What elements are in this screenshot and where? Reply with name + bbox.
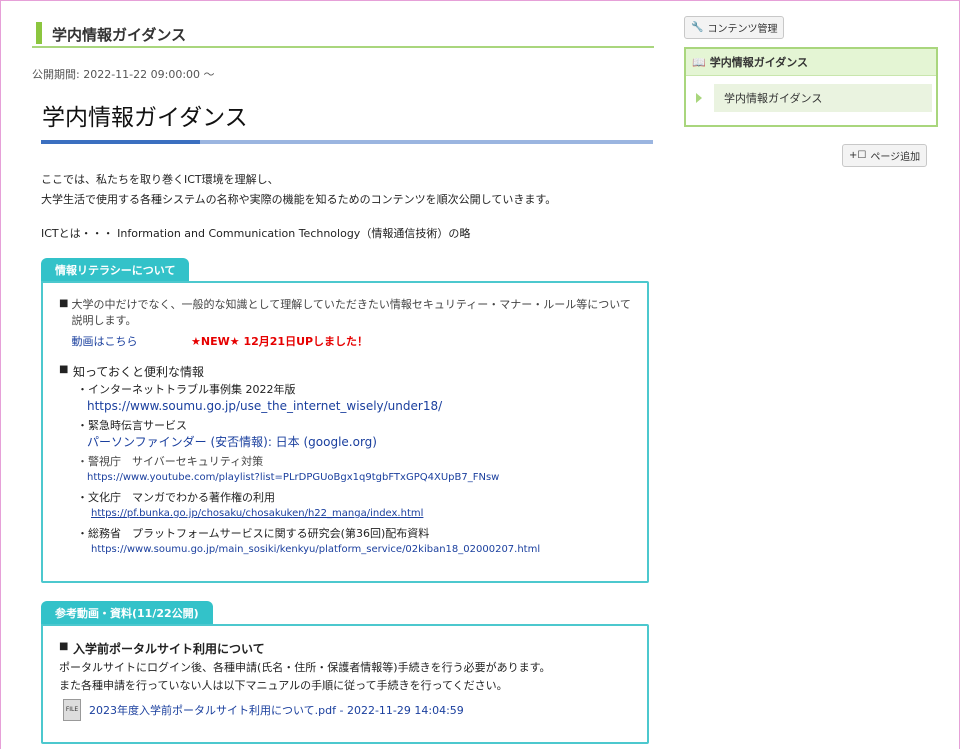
useful-links: ・インターネットトラブル事例集 2022年版 https://www.soumu… [77, 382, 631, 558]
main-title: 学内情報ガイダンス [42, 105, 248, 131]
wrench-icon: 🔧 [691, 22, 704, 33]
bullet-icon: ■ [59, 364, 69, 375]
new-notice: ★NEW★ 12月21日UPしました！ [191, 335, 369, 348]
link-url-police-youtube[interactable]: https://www.youtube.com/playlist?list=PL… [87, 470, 631, 486]
title-underline [41, 140, 653, 144]
link-url-bunka[interactable]: https://pf.bunka.go.jp/chosaku/chosakuke… [91, 506, 631, 522]
portal-text-2: また各種申請を行っていない人は以下マニュアルの手順に従って手続きを行ってください… [59, 679, 508, 692]
content-manage-button[interactable]: 🔧 コンテンツ管理 [684, 16, 785, 39]
intro-text: ここでは、私たちを取り巻くICT環境を理解し、 大学生活で使用する各種システムの… [41, 170, 654, 244]
video-link[interactable]: 動画はこちら [72, 335, 138, 348]
file-icon: FILE [63, 699, 81, 721]
content-manage-label: コンテンツ管理 [707, 24, 778, 35]
intro-line-1: ここでは、私たちを取り巻くICT環境を理解し、 [41, 173, 279, 186]
sidebar-panel: 📖 学内情報ガイダンス 学内情報ガイダンス [684, 47, 938, 127]
link-label: ・緊急時伝言サービス [77, 419, 187, 432]
page-title: 学内情報ガイダンス [52, 26, 187, 44]
section-tab-literacy: 情報リテラシーについて [41, 258, 190, 281]
section-reference: ■ 入学前ポータルサイト利用について ポータルサイトにログイン後、各種申請(氏名… [41, 624, 649, 744]
header-accent-bar [36, 22, 42, 44]
main-content: 学内情報ガイダンス 公開期間: 2022-11-22 09:00:00 ～ 学内… [32, 18, 654, 744]
list-item: ■ 入学前ポータルサイト利用について [59, 640, 631, 657]
publish-period: 公開期間: 2022-11-22 09:00:00 ～ [32, 68, 215, 81]
file-row: FILE 2023年度入学前ポータルサイト利用について.pdf - 2022-1… [63, 699, 631, 721]
useful-info-title: 知っておくと便利な情報 [73, 365, 205, 379]
intro-line-2: 大学生活で使用する各種システムの名称や実際の機能を知るためのコンテンツを順次公開… [41, 193, 557, 206]
book-icon: 📖 [692, 55, 706, 69]
list-item: ■ 知っておくと便利な情報 [59, 363, 631, 380]
add-page-icon: +☐ [849, 150, 867, 161]
pdf-file-link[interactable]: 2023年度入学前ポータルサイト利用について.pdf - 2022-11-29 … [89, 702, 464, 718]
ict-note: ICTとは・・・ Information and Communication T… [41, 227, 471, 240]
link-label: ・総務省 プラットフォームサービスに関する研究会(第36回)配布資料 [77, 527, 430, 540]
link-label: ・文化庁 マンガでわかる著作権の利用 [77, 491, 275, 504]
bullet-icon: ■ [59, 298, 69, 309]
section-literacy: ■ 大学の中だけでなく、一般的な知識として理解していただきたい情報セキュリティー… [41, 281, 649, 583]
add-page-label: ページ追加 [870, 152, 921, 163]
list-item: ■ 大学の中だけでなく、一般的な知識として理解していただきたい情報セキュリティー… [59, 297, 631, 349]
sidebar-panel-header: 📖 学内情報ガイダンス [686, 49, 936, 76]
add-page-button[interactable]: +☐ ページ追加 [842, 144, 928, 167]
section-tab-reference: 参考動画・資料(11/22公開) [41, 601, 213, 624]
link-label: ・警視庁 サイバーセキュリティ対策 [77, 455, 264, 468]
link-label: ・インターネットトラブル事例集 2022年版 [77, 383, 296, 396]
sidebar-item-guidance[interactable]: 学内情報ガイダンス [696, 84, 932, 112]
bullet-icon: ■ [59, 641, 69, 652]
sidebar-item-label: 学内情報ガイダンス [724, 92, 823, 105]
sidebar-panel-title: 学内情報ガイダンス [709, 56, 809, 69]
triangle-right-icon [696, 93, 702, 103]
literacy-description: 大学の中だけでなく、一般的な知識として理解していただきたい情報セキュリティー・マ… [71, 298, 631, 327]
link-url-soumu-trouble[interactable]: https://www.soumu.go.jp/use_the_internet… [87, 398, 631, 414]
portal-text-1: ポータルサイトにログイン後、各種申請(氏名・住所・保護者情報等)手続きを行う必要… [59, 661, 551, 674]
portal-title: 入学前ポータルサイト利用について [73, 642, 265, 656]
page-header: 学内情報ガイダンス [32, 18, 654, 48]
link-url-person-finder[interactable]: パーソンファインダー (安否情報): 日本 (google.org) [87, 434, 631, 450]
link-url-soumu-platform[interactable]: https://www.soumu.go.jp/main_sosiki/kenk… [91, 542, 631, 558]
